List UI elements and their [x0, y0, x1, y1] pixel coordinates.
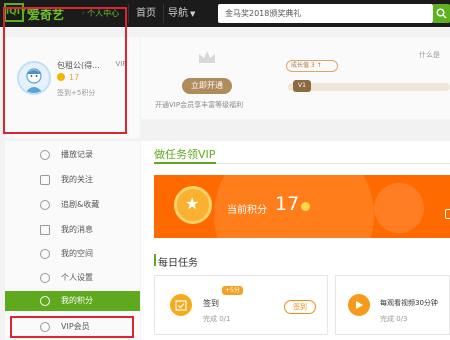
daily-tasks-title: 每日任务: [158, 258, 198, 269]
open-vip-button[interactable]: 立即开通: [182, 78, 232, 94]
reward-badge: +5分: [222, 286, 243, 295]
nav-menu-label: 导航: [168, 8, 188, 19]
task-progress: 完成 0/3: [380, 315, 408, 323]
search-button[interactable]: [433, 4, 450, 23]
book-icon: [40, 175, 50, 185]
sidebar-item-label: 个人设置: [61, 273, 93, 282]
crown-icon: [199, 51, 215, 63]
gear-icon: [40, 273, 50, 283]
sidebar-item-label: 我的积分: [61, 296, 93, 305]
play-triangle-icon: [356, 301, 363, 309]
highlight-box-profile: [3, 7, 127, 134]
sidebar-item-settings[interactable]: 个人设置: [5, 268, 140, 288]
task-name: 签到: [203, 299, 219, 308]
chevron-down-icon: ▼: [190, 10, 196, 18]
star-icon: ★: [185, 194, 200, 213]
task-name: 每观看视频30分钟: [380, 299, 438, 307]
current-points-label: 当前积分: [227, 205, 267, 216]
calendar-check-icon: [170, 294, 192, 316]
sign-in-button[interactable]: 签到: [284, 300, 316, 314]
rules-icon[interactable]: [445, 209, 450, 219]
sidebar-item-label: 我的消息: [61, 225, 93, 234]
points-banner: ★ 当前积分 17: [154, 175, 450, 238]
sidebar-item-label: 我的空间: [61, 249, 93, 258]
mail-icon: [40, 225, 50, 235]
search-icon: [436, 8, 447, 19]
highlight-box-vip: [10, 316, 134, 338]
sidebar-item-following[interactable]: 我的关注: [5, 170, 140, 190]
task-progress: 完成 0/1: [203, 315, 231, 323]
sidebar-item-label: 我的关注: [61, 175, 93, 184]
nav-home-link[interactable]: 首页: [128, 4, 164, 23]
vip-description: 开通VIP会员享丰富等级福利: [155, 101, 244, 109]
growth-value-badge: 成长值 3 ↑: [286, 60, 338, 72]
check-icon: [175, 300, 187, 311]
points-icon: [40, 296, 50, 306]
daily-title-marker: [154, 254, 156, 266]
sidebar: 播放记录 我的关注 追剧&收藏 我的消息 我的空间 个人设置 我的积分 VIP会…: [5, 141, 140, 340]
help-link[interactable]: 什么是: [419, 50, 440, 60]
clock-icon: [40, 150, 50, 160]
sidebar-item-favorites[interactable]: 追剧&收藏: [5, 195, 140, 215]
sidebar-item-play-history[interactable]: 播放记录: [5, 145, 140, 165]
user-icon: [40, 249, 50, 259]
nav-menu-dropdown[interactable]: 导航 ▼: [168, 4, 214, 23]
sidebar-item-label: 追剧&收藏: [61, 200, 100, 209]
coin-icon: [301, 202, 310, 211]
sidebar-item-messages[interactable]: 我的消息: [5, 220, 140, 240]
level-tag: V1: [293, 80, 311, 92]
task-card-sign-in: +5分 签到 完成 0/1 签到: [154, 275, 328, 335]
section-title: 做任务领VIP: [154, 148, 216, 161]
page: iQIYI 爱奇艺 · 个人中心 首页 导航 ▼ 金马奖2018颁奖典礼 包租公(…: [0, 0, 450, 340]
banner-decoration: [374, 183, 424, 233]
star-icon: [40, 200, 50, 210]
level-progress-track: [288, 83, 450, 91]
medal-icon: ★: [174, 186, 212, 224]
vip-status-panel: 立即开通 开通VIP会员享丰富等级福利 成长值 3 ↑ 什么是 V1: [141, 37, 450, 119]
section-underline: [154, 162, 216, 164]
sidebar-item-my-space[interactable]: 我的空间: [5, 244, 140, 264]
play-icon: [348, 294, 370, 316]
sidebar-item-label: 播放记录: [61, 150, 93, 159]
search-input[interactable]: 金马奖2018颁奖典礼: [218, 4, 433, 23]
sidebar-item-my-points[interactable]: 我的积分: [5, 291, 140, 311]
current-points-value: 17: [275, 193, 300, 215]
task-card-watch-video: 每观看视频30分钟 完成 0/3: [335, 275, 450, 335]
main-content: 做任务领VIP ★ 当前积分 17 每日任务 +5分 签到 完成 0/1 签到: [141, 141, 450, 340]
